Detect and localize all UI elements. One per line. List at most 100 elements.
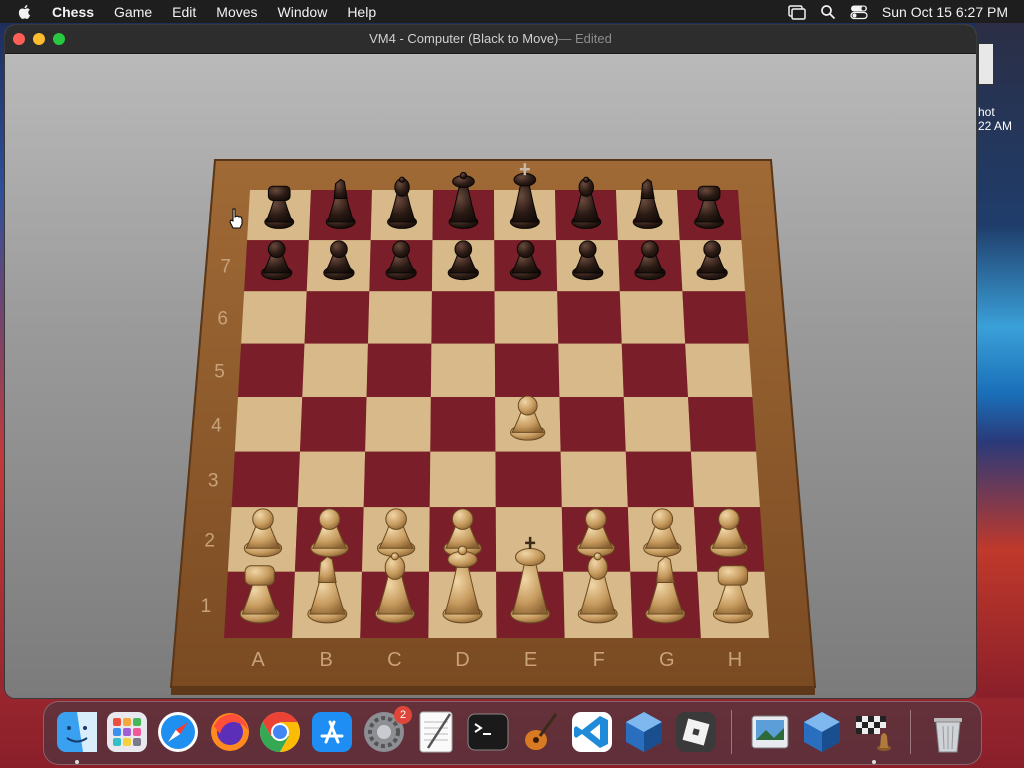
dock-vscode[interactable] — [568, 708, 616, 756]
square-h6[interactable] — [682, 291, 749, 344]
square-d5[interactable] — [430, 343, 496, 397]
virtualbox-icon — [626, 712, 662, 752]
square-c6[interactable] — [367, 291, 432, 344]
virtualbox-icon — [804, 712, 840, 752]
square-c4[interactable] — [365, 396, 431, 452]
square-e3[interactable] — [495, 451, 562, 508]
dock-system-settings[interactable]: 2 — [360, 706, 412, 756]
square-g5[interactable] — [621, 343, 689, 397]
rank-label-3: 3 — [208, 470, 219, 491]
dock-roblox[interactable] — [672, 708, 720, 756]
menu-window[interactable]: Window — [278, 4, 328, 20]
dock-textedit[interactable] — [412, 708, 460, 756]
square-h4[interactable] — [688, 396, 757, 452]
terminal-icon — [467, 713, 509, 751]
square-f3[interactable] — [560, 451, 628, 508]
rank-label-6: 6 — [217, 308, 228, 329]
screen-mirroring-icon[interactable] — [788, 4, 806, 20]
square-a4[interactable] — [234, 396, 303, 452]
dock-terminal[interactable] — [464, 708, 512, 756]
square-a5[interactable] — [237, 343, 305, 397]
square-b4[interactable] — [299, 396, 367, 452]
safari-icon — [158, 712, 198, 752]
guitar-icon — [525, 713, 558, 750]
dock-chrome[interactable] — [256, 708, 304, 756]
dock-separator — [731, 710, 732, 754]
square-a6[interactable] — [241, 291, 307, 344]
dock-preview[interactable] — [746, 708, 794, 756]
apple-icon[interactable] — [16, 3, 34, 21]
window-title-text: VM4 - Computer (Black to Move) — [369, 31, 559, 46]
textedit-icon — [419, 711, 453, 753]
file-label-d: D — [455, 649, 469, 671]
dock-app-store[interactable] — [308, 708, 356, 756]
file-label-f: F — [593, 649, 605, 671]
rank-label-2: 2 — [204, 530, 215, 551]
desktop-background: hot 22 AM — [976, 23, 1024, 698]
vscode-icon — [572, 712, 612, 752]
menu-game[interactable]: Game — [114, 4, 152, 20]
square-g3[interactable] — [625, 451, 694, 508]
file-label-b: B — [320, 649, 333, 671]
window-title: VM4 - Computer (Black to Move)— Edited — [5, 31, 976, 46]
square-d6[interactable] — [431, 291, 495, 344]
square-g6[interactable] — [619, 291, 686, 344]
square-b6[interactable] — [304, 291, 370, 344]
file-label-e: E — [524, 649, 537, 671]
rank-label-1: 1 — [201, 596, 212, 617]
square-f5[interactable] — [558, 343, 624, 397]
dock-virtualbox[interactable] — [620, 708, 668, 756]
square-c5[interactable] — [366, 343, 432, 397]
square-e6[interactable] — [494, 291, 559, 344]
board-squares — [224, 190, 769, 638]
search-icon[interactable] — [820, 4, 836, 20]
file-label-g: G — [659, 649, 675, 671]
screenshot-thumbnail-icon[interactable] — [978, 43, 994, 85]
dock-chess[interactable] — [850, 708, 898, 756]
dock-safari[interactable] — [154, 708, 202, 756]
dock: 2 — [43, 701, 982, 765]
window-title-edited: — Edited — [558, 31, 612, 46]
desktop-file-label-line1: hot — [978, 105, 995, 119]
menu-app-name[interactable]: Chess — [52, 4, 94, 20]
menu-help[interactable]: Help — [347, 4, 376, 20]
square-f4[interactable] — [559, 396, 626, 452]
menu-edit[interactable]: Edit — [172, 4, 196, 20]
control-center-icon[interactable] — [850, 4, 868, 20]
menu-moves[interactable]: Moves — [216, 4, 257, 20]
launchpad-icon — [107, 712, 147, 752]
square-b3[interactable] — [297, 451, 366, 508]
desktop-file-label-line2: 22 AM — [978, 119, 1013, 133]
file-label-a: A — [251, 649, 265, 671]
square-c3[interactable] — [363, 451, 431, 508]
square-d4[interactable] — [430, 396, 496, 452]
preview-icon — [751, 715, 789, 749]
chess-window: VM4 - Computer (Black to Move)— Edited A… — [5, 25, 976, 698]
roblox-icon — [676, 712, 716, 752]
square-d3[interactable] — [429, 451, 496, 508]
firefox-icon — [211, 713, 249, 751]
dock-launchpad[interactable] — [103, 708, 151, 756]
trash-icon — [934, 718, 962, 753]
square-b5[interactable] — [302, 343, 368, 397]
chess-icon — [856, 716, 891, 751]
square-h5[interactable] — [685, 343, 753, 397]
notification-badge: 2 — [394, 706, 412, 724]
square-g4[interactable] — [623, 396, 691, 452]
dock-garageband[interactable] — [516, 708, 564, 756]
chess-board-view[interactable]: A B C D E F G H 1 2 3 4 5 6 7 — [5, 53, 976, 698]
dock-finder[interactable] — [53, 708, 101, 756]
dock-trash[interactable] — [924, 708, 972, 756]
square-h3[interactable] — [690, 451, 760, 508]
menubar-clock[interactable]: Sun Oct 15 6:27 PM — [882, 4, 1008, 20]
square-f6[interactable] — [557, 291, 622, 344]
square-a3[interactable] — [231, 451, 300, 508]
rank-label-4: 4 — [211, 415, 222, 436]
desktop-file-label[interactable]: hot 22 AM — [978, 105, 1012, 133]
rank-label-7: 7 — [220, 257, 231, 278]
finder-icon — [57, 712, 97, 752]
dock-virtualbox-vm[interactable] — [798, 708, 846, 756]
window-titlebar[interactable]: VM4 - Computer (Black to Move)— Edited — [5, 25, 976, 54]
square-e5[interactable] — [494, 343, 560, 397]
dock-firefox[interactable] — [206, 708, 254, 756]
